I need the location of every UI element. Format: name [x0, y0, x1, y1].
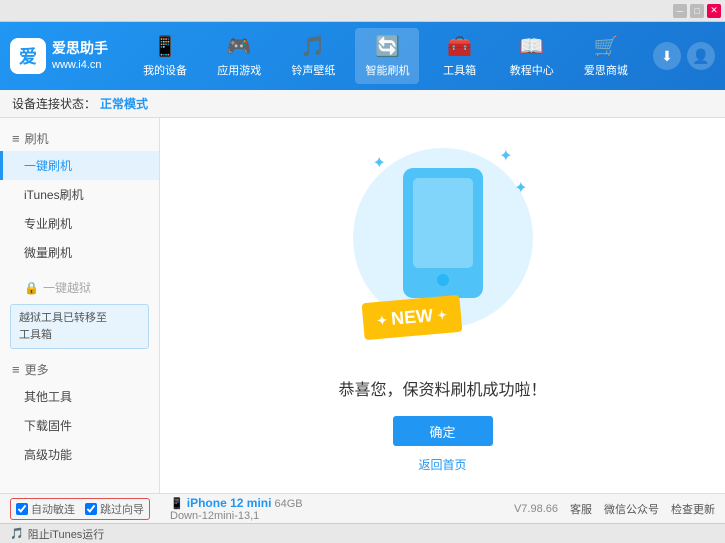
sparkle-3: ✦ — [514, 178, 527, 198]
nav-item-shop[interactable]: 🛒 爱思商城 — [574, 28, 638, 84]
phone-shape — [403, 168, 483, 298]
tutorial-icon: 📖 — [519, 34, 544, 59]
shop-icon: 🛒 — [593, 34, 618, 59]
success-message: 恭喜您，保资料刷机成功啦！ — [338, 376, 546, 400]
sidebar-item-other-tools[interactable]: 其他工具 — [0, 382, 159, 411]
flash-section-icon: ≡ — [12, 131, 20, 146]
itunes-icon: 🎵 — [10, 527, 24, 540]
itunes-label: 阻止iTunes运行 — [28, 526, 105, 542]
smart-flash-icon: 🔄 — [375, 34, 400, 59]
phone-home-button — [437, 274, 449, 286]
sidebar-item-pro-flash[interactable]: 专业刷机 — [0, 209, 159, 238]
more-section-icon: ≡ — [12, 362, 20, 377]
toolbox-icon: 🧰 — [447, 34, 472, 59]
sidebar-section-flash-title: ≡ 刷机 — [0, 126, 159, 151]
badge-star-right: ✦ — [436, 308, 447, 323]
skip-wizard-checkbox[interactable]: 跳过向导 — [85, 501, 144, 517]
maximize-button[interactable]: □ — [690, 4, 704, 18]
sidebar-section-more-title: ≡ 更多 — [0, 357, 159, 382]
version-label: V7.98.66 — [514, 503, 558, 515]
user-button[interactable]: 👤 — [687, 42, 715, 70]
close-button[interactable]: ✕ — [707, 4, 721, 18]
sidebar-section-jailbreak: 🔒 一键越狱 越狱工具已转移至工具箱 — [0, 275, 159, 349]
nav-item-my-device[interactable]: 📱 我的设备 — [133, 28, 197, 84]
content-area: ✦ ✦ ✦ ✦ NEW ✦ 恭喜您，保资料刷机成功啦！ 确定 返回首页 — [160, 118, 725, 493]
logo[interactable]: 爱 爱思助手 www.i4.cn — [10, 38, 108, 74]
lock-icon: 🔒 — [24, 281, 39, 295]
phone-screen — [413, 178, 473, 268]
download-button[interactable]: ⬇ — [653, 42, 681, 70]
return-link[interactable]: 返回首页 — [418, 456, 466, 473]
footer-left: 自动敏连 跳过向导 📱 iPhone 12 mini 64GB Down-12m… — [10, 496, 514, 522]
nav-item-toolbox[interactable]: 🧰 工具箱 — [430, 28, 490, 84]
device-storage: 64GB — [275, 498, 303, 510]
jailbreak-note: 越狱工具已转移至工具箱 — [10, 304, 149, 349]
header: 爱 爱思助手 www.i4.cn 📱 我的设备 🎮 应用游戏 🎵 铃声壁纸 🔄 … — [0, 22, 725, 90]
device-name: iPhone 12 mini — [187, 496, 272, 510]
itunes-bar: 🎵 阻止iTunes运行 — [0, 523, 725, 543]
auto-connect-input[interactable] — [16, 503, 28, 515]
minimize-button[interactable]: ─ — [673, 4, 687, 18]
phone-illustration: ✦ ✦ ✦ ✦ NEW ✦ — [343, 138, 543, 356]
nav-item-apps-games[interactable]: 🎮 应用游戏 — [207, 28, 271, 84]
nav-right-buttons: ⬇ 👤 — [653, 42, 715, 70]
sidebar: ≡ 刷机 一键刷机 iTunes刷机 专业刷机 微量刷机 🔒 一键越狱 越狱工具… — [0, 118, 160, 493]
ringtone-icon: 🎵 — [301, 34, 326, 59]
title-bar: ─ □ ✕ — [0, 0, 725, 22]
sidebar-item-itunes-flash[interactable]: iTunes刷机 — [0, 180, 159, 209]
skip-wizard-input[interactable] — [85, 503, 97, 515]
sidebar-item-advanced[interactable]: 高级功能 — [0, 440, 159, 469]
badge-text: NEW — [390, 305, 434, 330]
new-badge: ✦ NEW ✦ — [361, 295, 462, 340]
badge-star-left: ✦ — [376, 313, 387, 328]
device-info: 📱 iPhone 12 mini 64GB Down-12mini-13,1 — [170, 496, 303, 522]
sparkle-2: ✦ — [499, 146, 512, 166]
nav-item-smart-flash[interactable]: 🔄 智能刷机 — [355, 28, 419, 84]
check-update-link[interactable]: 检查更新 — [671, 501, 715, 517]
device-model: Down-12mini-13,1 — [170, 510, 259, 522]
nav-bar: 📱 我的设备 🎮 应用游戏 🎵 铃声壁纸 🔄 智能刷机 🧰 工具箱 📖 教程中心… — [128, 28, 643, 84]
sidebar-item-micro-flash[interactable]: 微量刷机 — [0, 238, 159, 267]
customer-service-link[interactable]: 客服 — [570, 501, 592, 517]
footer: 自动敏连 跳过向导 📱 iPhone 12 mini 64GB Down-12m… — [0, 493, 725, 523]
footer-right: V7.98.66 客服 微信公众号 检查更新 — [514, 501, 715, 517]
sidebar-section-more: ≡ 更多 其他工具 下载固件 高级功能 — [0, 357, 159, 469]
status-bar: 设备连接状态： 正常模式 — [0, 90, 725, 118]
sidebar-item-download-firmware[interactable]: 下载固件 — [0, 411, 159, 440]
checkbox-area: 自动敏连 跳过向导 — [10, 498, 150, 520]
nav-item-tutorial[interactable]: 📖 教程中心 — [500, 28, 564, 84]
sidebar-jailbreak-title: 🔒 一键越狱 — [0, 275, 159, 300]
confirm-button[interactable]: 确定 — [393, 416, 493, 446]
sparkle-1: ✦ — [373, 153, 386, 173]
my-device-icon: 📱 — [153, 34, 178, 59]
device-icon: 📱 — [170, 498, 184, 510]
sidebar-section-flash: ≡ 刷机 一键刷机 iTunes刷机 专业刷机 微量刷机 — [0, 126, 159, 267]
logo-icon: 爱 — [10, 38, 46, 74]
main-area: ≡ 刷机 一键刷机 iTunes刷机 专业刷机 微量刷机 🔒 一键越狱 越狱工具… — [0, 118, 725, 493]
auto-connect-checkbox[interactable]: 自动敏连 — [16, 501, 75, 517]
logo-text: 爱思助手 www.i4.cn — [52, 39, 108, 74]
sidebar-item-one-key-flash[interactable]: 一键刷机 — [0, 151, 159, 180]
apps-games-icon: 🎮 — [227, 34, 252, 59]
nav-item-ringtone[interactable]: 🎵 铃声壁纸 — [281, 28, 345, 84]
wechat-link[interactable]: 微信公众号 — [604, 501, 659, 517]
